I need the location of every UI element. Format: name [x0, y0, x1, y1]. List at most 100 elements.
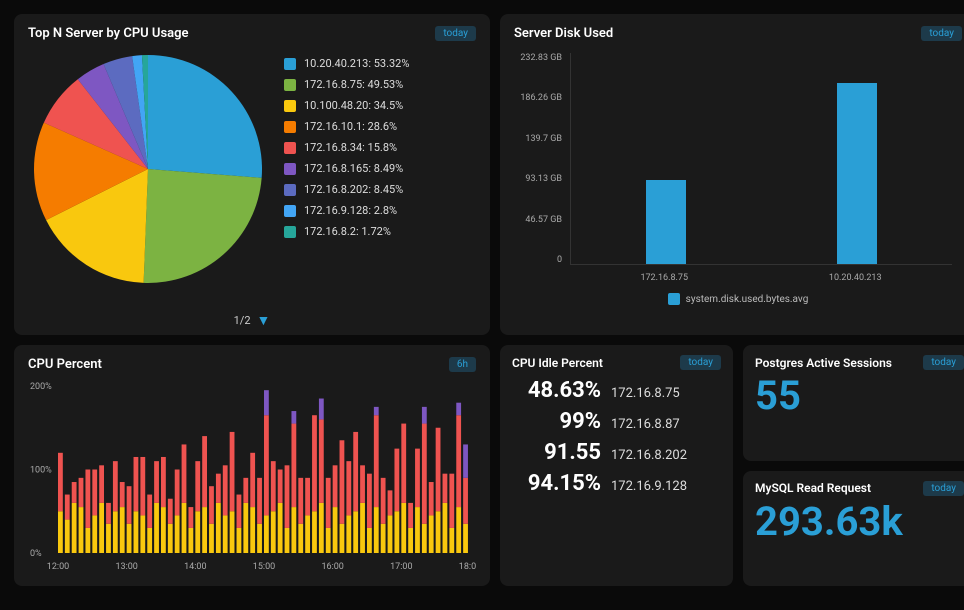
stacked-bar-segment[interactable]: [374, 415, 379, 507]
pie-slice[interactable]: [148, 55, 262, 178]
stacked-bar-segment[interactable]: [422, 524, 427, 553]
stacked-bar-segment[interactable]: [182, 444, 187, 502]
stacked-bar-segment[interactable]: [182, 503, 187, 553]
stacked-bar-segment[interactable]: [237, 528, 242, 553]
stacked-bar-segment[interactable]: [161, 457, 166, 507]
stacked-bar-segment[interactable]: [223, 465, 228, 515]
stacked-bar-segment[interactable]: [291, 424, 296, 508]
stacked-bar-segment[interactable]: [449, 528, 454, 553]
stacked-bar-segment[interactable]: [250, 507, 255, 553]
stacked-bar-segment[interactable]: [463, 524, 468, 553]
stacked-bar-segment[interactable]: [134, 511, 139, 553]
time-range-badge[interactable]: today: [921, 26, 962, 41]
stacked-bar-segment[interactable]: [312, 511, 317, 553]
stacked-bar-segment[interactable]: [360, 465, 365, 503]
stacked-bar-segment[interactable]: [374, 407, 379, 415]
time-range-badge[interactable]: today: [923, 481, 964, 496]
stacked-bar-segment[interactable]: [394, 511, 399, 553]
stacked-bar-segment[interactable]: [106, 503, 111, 524]
stacked-bar-segment[interactable]: [381, 524, 386, 553]
stacked-bar-segment[interactable]: [120, 482, 125, 507]
stacked-bar-segment[interactable]: [353, 511, 358, 553]
stacked-bar-segment[interactable]: [422, 407, 427, 424]
stacked-bar-segment[interactable]: [79, 478, 84, 507]
stacked-bar-segment[interactable]: [401, 503, 406, 553]
stacked-bar-segment[interactable]: [113, 461, 118, 511]
legend-item[interactable]: 172.16.8.2: 1.72%: [284, 225, 476, 238]
stacked-bar-segment[interactable]: [175, 515, 180, 553]
stacked-bar-segment[interactable]: [188, 507, 193, 528]
stacked-bar-segment[interactable]: [353, 432, 358, 511]
stacked-bar-segment[interactable]: [333, 465, 338, 507]
stacked-bar-segment[interactable]: [456, 403, 461, 416]
stacked-bar-segment[interactable]: [285, 528, 290, 553]
stacked-bar-segment[interactable]: [243, 478, 248, 503]
stacked-bar-segment[interactable]: [154, 503, 159, 553]
legend-item[interactable]: 172.16.9.128: 2.8%: [284, 204, 476, 217]
stacked-bar-segment[interactable]: [298, 478, 303, 524]
stacked-bar-segment[interactable]: [99, 465, 104, 503]
stacked-bar-segment[interactable]: [195, 461, 200, 511]
stacked-bar-segment[interactable]: [394, 449, 399, 512]
bar[interactable]: [837, 83, 877, 264]
stacked-bar-segment[interactable]: [340, 524, 345, 553]
legend-item[interactable]: 172.16.8.75: 49.53%: [284, 78, 476, 91]
stacked-bar-segment[interactable]: [346, 461, 351, 515]
stacked-bar-segment[interactable]: [443, 503, 448, 553]
stacked-bar-segment[interactable]: [381, 478, 386, 524]
stacked-bar-segment[interactable]: [408, 528, 413, 553]
stacked-bar-segment[interactable]: [264, 515, 269, 553]
stacked-bar-segment[interactable]: [140, 457, 145, 515]
stacked-bar-segment[interactable]: [147, 528, 152, 553]
stacked-bar-segment[interactable]: [326, 478, 331, 528]
stacked-bar-segment[interactable]: [106, 524, 111, 553]
stacked-bar-segment[interactable]: [429, 482, 434, 515]
stacked-bar-segment[interactable]: [271, 511, 276, 553]
stacked-bar-segment[interactable]: [401, 424, 406, 503]
stacked-bar-segment[interactable]: [99, 503, 104, 553]
stacked-bar-segment[interactable]: [429, 515, 434, 553]
stacked-bar-segment[interactable]: [209, 524, 214, 553]
stacked-bar-segment[interactable]: [367, 528, 372, 553]
stacked-bar-segment[interactable]: [65, 495, 70, 520]
stacked-bar-segment[interactable]: [237, 495, 242, 528]
legend-item[interactable]: 172.16.8.202: 8.45%: [284, 183, 476, 196]
time-range-badge[interactable]: today: [923, 355, 964, 370]
stacked-bar-segment[interactable]: [195, 511, 200, 553]
stacked-bar-segment[interactable]: [257, 478, 262, 524]
stacked-bar-segment[interactable]: [291, 507, 296, 553]
stacked-bar-segment[interactable]: [134, 457, 139, 511]
stacked-bar-segment[interactable]: [449, 474, 454, 528]
legend-item[interactable]: 172.16.8.34: 15.8%: [284, 141, 476, 154]
stacked-bar-segment[interactable]: [127, 524, 132, 553]
stacked-bar-segment[interactable]: [58, 511, 63, 553]
stacked-bar-segment[interactable]: [326, 528, 331, 553]
stacked-bar-segment[interactable]: [175, 470, 180, 516]
stacked-bar-segment[interactable]: [92, 515, 97, 553]
stacked-bar-segment[interactable]: [367, 474, 372, 528]
bar[interactable]: [646, 180, 686, 264]
stacked-bar-segment[interactable]: [422, 424, 427, 524]
stacked-bar-segment[interactable]: [319, 419, 324, 503]
stacked-bar-segment[interactable]: [388, 515, 393, 553]
stacked-bar-segment[interactable]: [209, 486, 214, 524]
stacked-bar-segment[interactable]: [291, 411, 296, 424]
stacked-bar-segment[interactable]: [72, 503, 77, 553]
stacked-bar-segment[interactable]: [140, 515, 145, 553]
stacked-bar-segment[interactable]: [264, 415, 269, 515]
stacked-bar-segment[interactable]: [285, 465, 290, 528]
pie-slice[interactable]: [144, 169, 262, 283]
stacked-bar-segment[interactable]: [85, 470, 90, 528]
time-range-badge[interactable]: today: [680, 355, 721, 370]
legend-item[interactable]: 172.16.10.1: 28.6%: [284, 120, 476, 133]
stacked-bar-segment[interactable]: [216, 474, 221, 503]
stacked-bar-segment[interactable]: [161, 507, 166, 553]
stacked-bar-segment[interactable]: [92, 470, 97, 516]
stacked-bar-segment[interactable]: [85, 528, 90, 553]
stacked-bar-segment[interactable]: [223, 515, 228, 553]
stacked-bar-segment[interactable]: [305, 478, 310, 516]
stacked-bar-segment[interactable]: [264, 390, 269, 415]
stacked-bar-segment[interactable]: [147, 495, 152, 528]
stacked-bar-segment[interactable]: [456, 507, 461, 553]
stacked-bar-segment[interactable]: [58, 453, 63, 511]
